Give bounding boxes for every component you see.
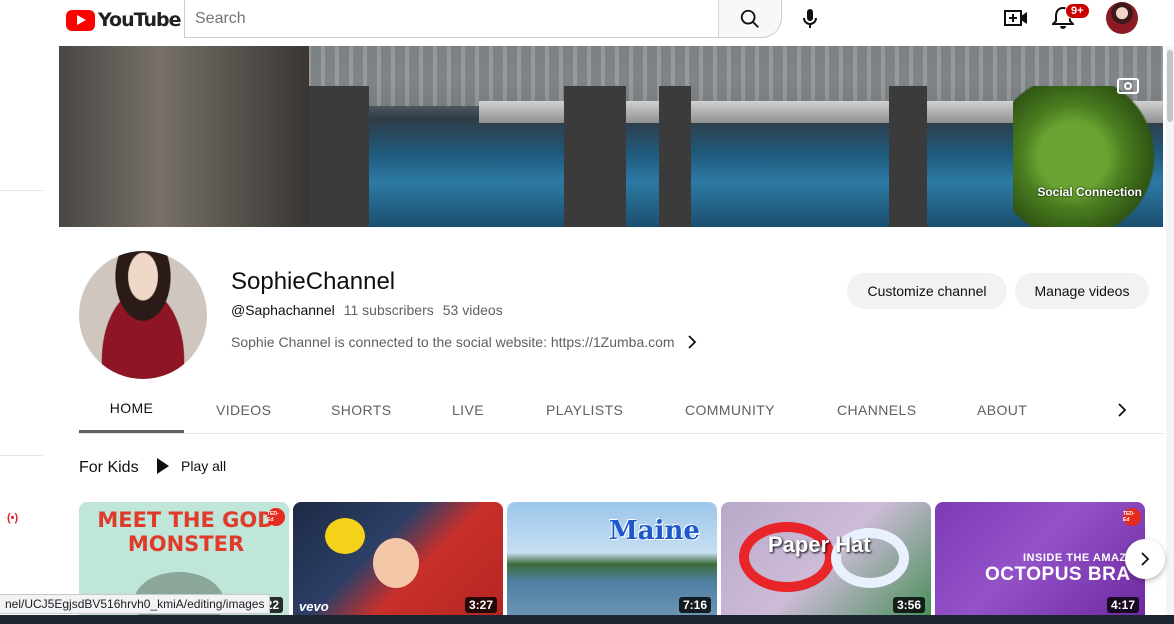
channel-description[interactable]: Sophie Channel is connected to the socia…: [231, 334, 697, 350]
section-title[interactable]: For Kids: [79, 459, 139, 477]
search-input[interactable]: [185, 0, 718, 37]
ted-ed-badge: TED-Ed: [267, 508, 285, 526]
manage-videos-button[interactable]: Manage videos: [1015, 273, 1149, 309]
youtube-logo[interactable]: YouTube: [66, 9, 181, 31]
sidebar: (•): [0, 0, 60, 624]
tab-home[interactable]: HOME: [79, 386, 184, 433]
video-thumbnail[interactable]: vevo 3:27: [293, 502, 503, 615]
banner-caption: Social Connection: [1037, 185, 1142, 199]
tab-about[interactable]: ABOUT: [977, 386, 1027, 433]
voice-search-button[interactable]: [798, 5, 822, 33]
tab-live[interactable]: LIVE: [452, 386, 484, 433]
video-thumbnail[interactable]: Paper Hat 3:56: [721, 502, 931, 615]
page-scrollbar[interactable]: [1166, 46, 1174, 624]
banner-rock: [59, 46, 309, 227]
play-all-button[interactable]: Play all: [157, 458, 226, 474]
sidebar-divider: [0, 455, 43, 456]
logo-text: YouTube: [98, 9, 181, 31]
video-duration: 3:56: [892, 597, 925, 613]
channel-tabs: HOME VIDEOS SHORTS LIVE PLAYLISTS COMMUN…: [79, 386, 1164, 434]
video-plus-icon: [1004, 10, 1027, 26]
page-scrollbar-thumb[interactable]: [1167, 50, 1173, 122]
channel-name: SophieChannel: [231, 268, 396, 295]
banner-pillar: [659, 86, 691, 227]
channel-meta: @Saphachannel 11 subscribers 53 videos: [231, 302, 503, 318]
channel-avatar[interactable]: [79, 251, 207, 379]
tab-channels[interactable]: CHANNELS: [837, 386, 916, 433]
thumbnail-text: OCTOPUS BRA: [985, 564, 1131, 585]
play-all-label: Play all: [181, 458, 227, 474]
tab-playlists[interactable]: PLAYLISTS: [546, 386, 623, 433]
live-icon[interactable]: (•): [7, 512, 18, 524]
channel-banner: Social Connection: [59, 46, 1163, 227]
thumbnail-text: INSIDE THE AMAZ: [1023, 552, 1127, 564]
thumbnail-text: MEET THE GOD MONSTER: [97, 508, 275, 556]
status-bar-url: nel/UCJ5EgjsdBV516hrvh0_kmiA/editing/ima…: [0, 594, 271, 614]
thumbnail-illustration: [373, 538, 419, 588]
channel-description-text: Sophie Channel is connected to the socia…: [231, 334, 675, 350]
customize-channel-button[interactable]: Customize channel: [847, 273, 1007, 309]
video-thumbnail[interactable]: Maine 7:16: [507, 502, 717, 615]
account-avatar[interactable]: [1106, 2, 1138, 34]
tab-shorts[interactable]: SHORTS: [331, 386, 392, 433]
thumbnail-illustration: [325, 518, 365, 554]
video-thumbnail[interactable]: TED-Ed INSIDE THE AMAZ OCTOPUS BRA 4:17: [935, 502, 1145, 615]
search-button[interactable]: [718, 0, 781, 37]
notification-badge: 9+: [1065, 3, 1090, 19]
microphone-icon: [803, 9, 817, 28]
vevo-logo: vevo: [299, 599, 329, 614]
chevron-right-icon: [1141, 552, 1150, 566]
video-duration: 7:16: [678, 597, 711, 613]
thumbnail-text: Maine: [609, 516, 700, 546]
camera-icon[interactable]: [1117, 78, 1139, 94]
tab-videos[interactable]: VIDEOS: [216, 386, 271, 433]
os-taskbar: [0, 615, 1174, 624]
banner-pillar: [889, 86, 927, 227]
video-count: 53 videos: [442, 302, 503, 318]
banner-trees: [1013, 86, 1163, 227]
sidebar-divider: [0, 190, 43, 191]
masthead: YouTube 9+: [0, 0, 1174, 46]
thumbnail-text: Paper Hat: [768, 532, 871, 557]
ted-ed-badge: TED-Ed: [1123, 508, 1141, 526]
create-button[interactable]: [1004, 6, 1028, 30]
search-icon: [740, 9, 759, 28]
video-duration: 3:27: [464, 597, 497, 613]
play-icon: [157, 458, 169, 474]
banner-pillar: [309, 86, 369, 227]
chevron-right-icon: [1118, 403, 1127, 417]
search-box: [184, 0, 782, 38]
channel-handle: @Saphachannel: [231, 302, 335, 318]
carousel-next-button[interactable]: [1125, 539, 1165, 579]
video-duration: 4:17: [1106, 597, 1139, 613]
subscriber-count: 11 subscribers: [343, 302, 434, 318]
tabs-next-button[interactable]: [1110, 398, 1134, 422]
banner-pillar: [564, 86, 626, 227]
tab-community[interactable]: COMMUNITY: [685, 386, 775, 433]
chevron-right-icon: [687, 335, 696, 349]
youtube-play-icon: [66, 9, 95, 31]
